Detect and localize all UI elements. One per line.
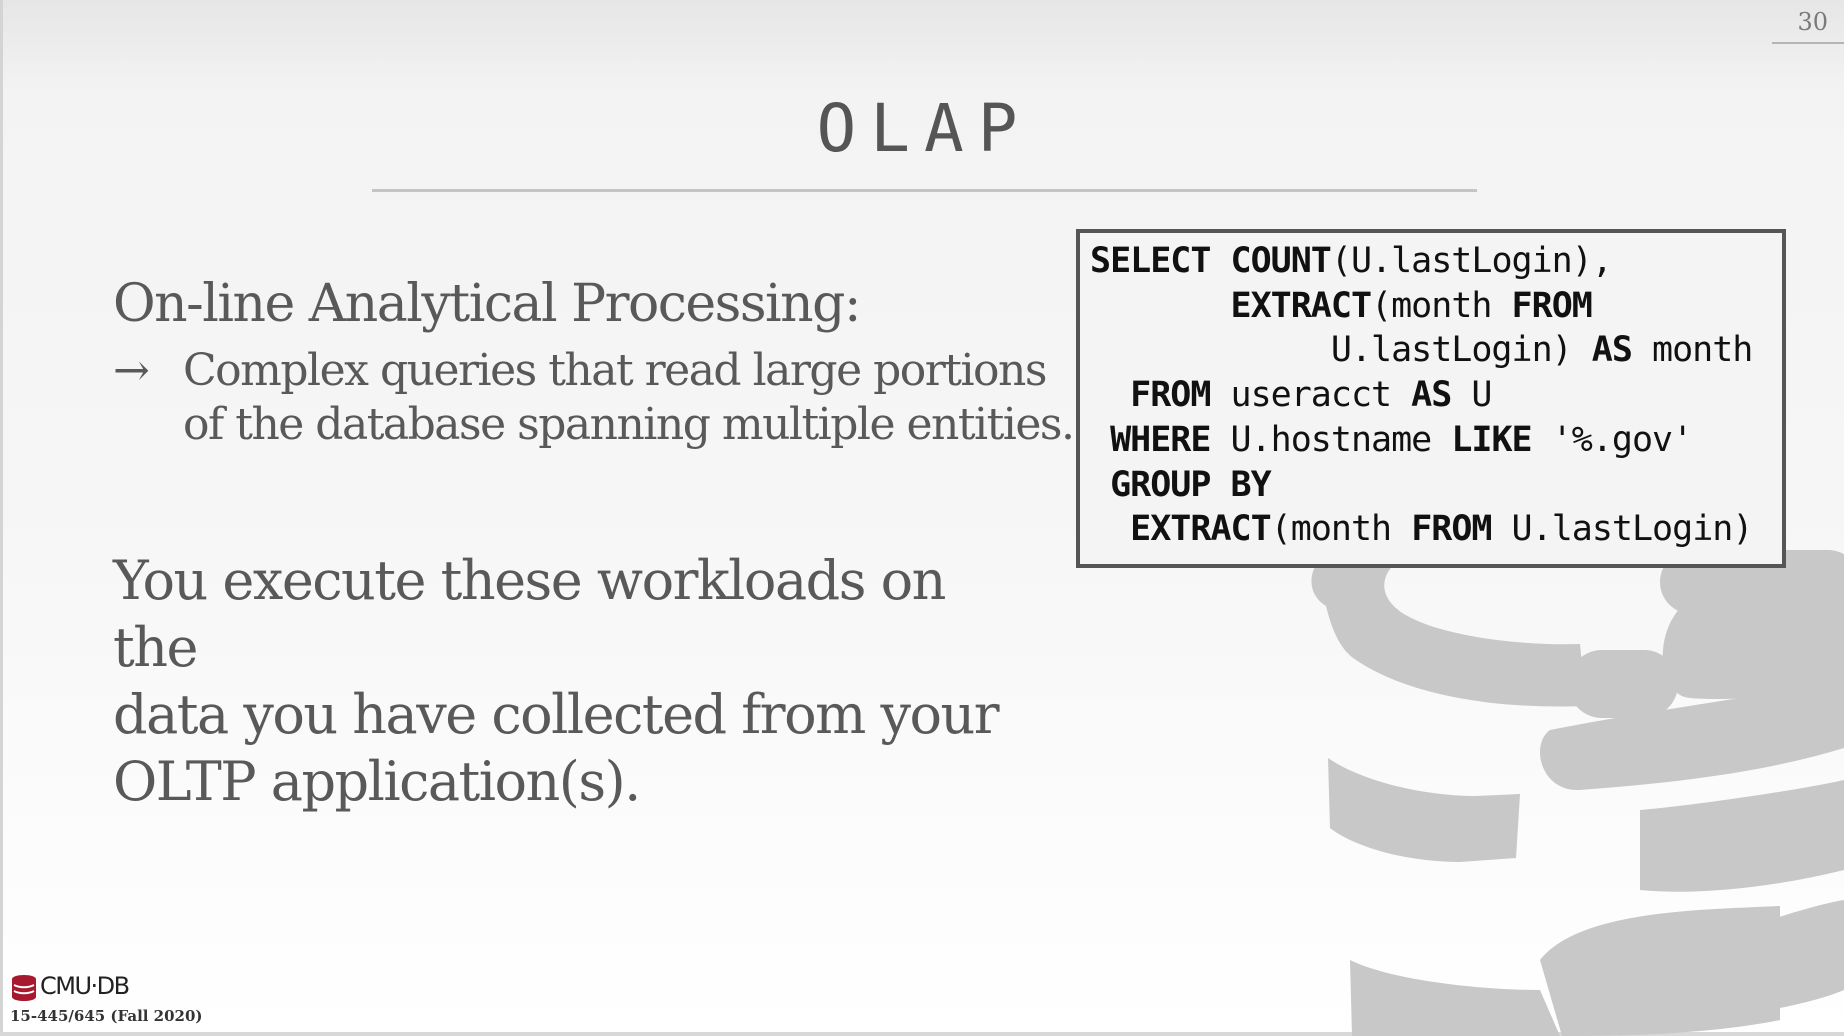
paragraph-line: You execute these workloads on the bbox=[113, 549, 946, 679]
sql-query-box: SELECT COUNT(U.lastLogin), EXTRACT(month… bbox=[1076, 229, 1786, 568]
slide-left-edge bbox=[0, 0, 3, 1036]
slide-title: OLAP bbox=[816, 90, 1032, 167]
sql-keyword: GROUP BY bbox=[1110, 464, 1272, 505]
sql-line: WHERE U.hostname LIKE '%.gov' bbox=[1090, 418, 1694, 462]
slide: 30 OLAP On-line Analytical Processing: →… bbox=[0, 0, 1844, 1036]
sql-keyword: WHERE bbox=[1110, 419, 1211, 460]
sql-keyword: AS bbox=[1591, 330, 1633, 371]
sql-text: (month bbox=[1371, 285, 1512, 326]
sql-text: U.lastLogin) bbox=[1491, 509, 1754, 550]
sql-keyword: EXTRACT bbox=[1230, 285, 1373, 326]
sql-keyword: AS bbox=[1411, 375, 1452, 416]
sql-line: EXTRACT(month FROM bbox=[1090, 284, 1593, 328]
database-icon bbox=[12, 975, 36, 1001]
sql-text: U.lastLogin) bbox=[1090, 330, 1592, 371]
sql-keyword: FROM bbox=[1411, 509, 1492, 550]
sql-text: (month bbox=[1270, 509, 1412, 550]
sql-line: SELECT COUNT(U.lastLogin), bbox=[1090, 239, 1613, 283]
sql-line: FROM useracct AS U bbox=[1090, 373, 1492, 417]
sub-bullet-line: Complex queries that read large portions bbox=[183, 345, 1047, 396]
sql-keyword: FROM bbox=[1130, 375, 1211, 416]
sql-line: EXTRACT(month FROM U.lastLogin) bbox=[1090, 507, 1754, 551]
sql-text: month bbox=[1631, 330, 1753, 371]
sql-text: U bbox=[1451, 375, 1492, 416]
sub-bullet-line: of the database spanning multiple entiti… bbox=[183, 399, 1075, 451]
title-underline bbox=[372, 189, 1477, 192]
sql-line: U.lastLogin) AS month bbox=[1090, 328, 1754, 372]
page-number: 30 bbox=[1797, 8, 1828, 36]
paragraph-line: data you have collected from your bbox=[113, 682, 1000, 746]
olap-heading: On-line Analytical Processing: bbox=[113, 274, 861, 334]
database-logo-watermark bbox=[1311, 490, 1844, 1036]
sql-keyword: LIKE bbox=[1451, 419, 1532, 460]
sql-keyword: FROM bbox=[1511, 285, 1593, 326]
sub-bullet-text: Complex queries that read large portions… bbox=[183, 344, 1143, 452]
sql-keyword: SELECT bbox=[1090, 241, 1231, 281]
cmu-db-logo-text: CMU·DB bbox=[40, 972, 130, 1000]
sql-keyword: COUNT bbox=[1230, 241, 1332, 281]
workload-paragraph: You execute these workloads on the data … bbox=[113, 548, 1013, 816]
sql-keyword: EXTRACT bbox=[1130, 509, 1272, 550]
sql-text: (U.lastLogin), bbox=[1330, 241, 1613, 281]
page-number-rule bbox=[1772, 42, 1844, 44]
paragraph-line: OLTP application(s). bbox=[113, 749, 641, 813]
sql-text: useracct bbox=[1210, 375, 1412, 416]
sql-line: GROUP BY bbox=[1090, 463, 1272, 507]
course-label: 15-445/645 (Fall 2020) bbox=[10, 1007, 203, 1025]
sql-text: '%.gov' bbox=[1531, 419, 1694, 460]
sql-text: U.hostname bbox=[1210, 419, 1452, 460]
arrow-bullet-icon: → bbox=[113, 345, 150, 396]
